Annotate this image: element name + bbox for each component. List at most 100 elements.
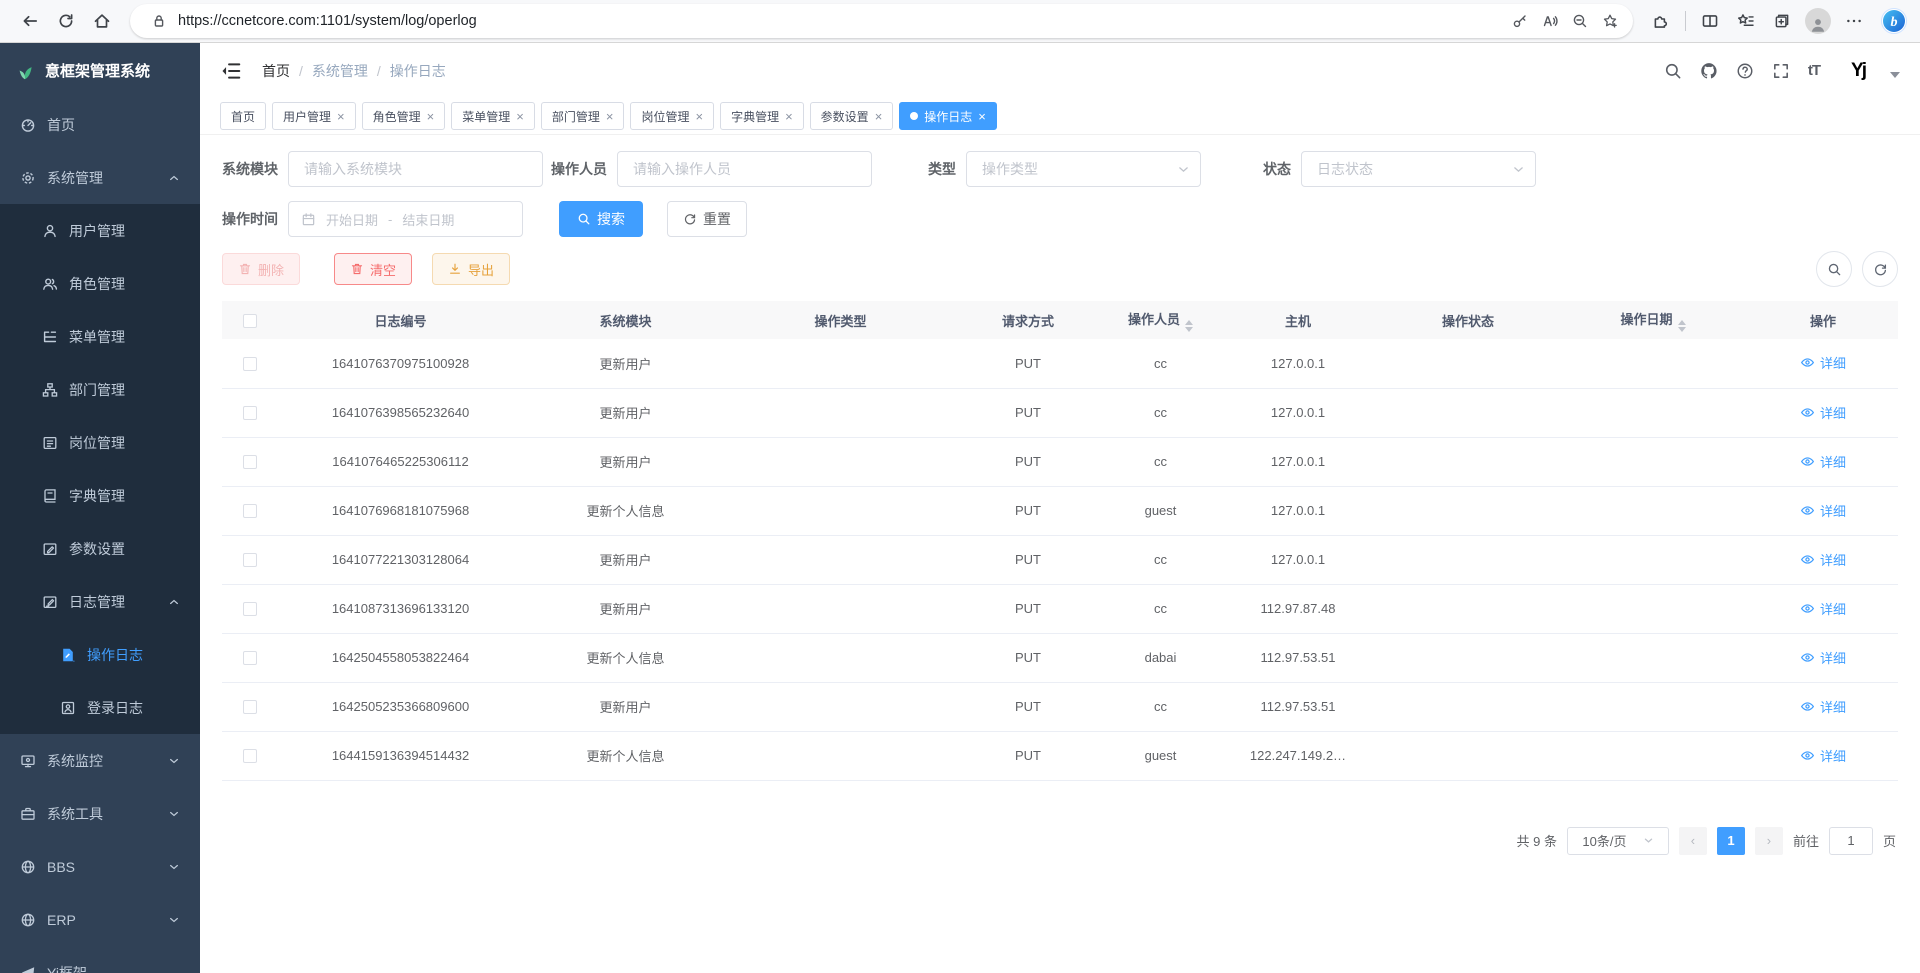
tab-menu-mgmt[interactable]: 菜单管理× <box>451 102 535 130</box>
row-checkbox[interactable] <box>243 651 257 665</box>
browser-refresh-button[interactable] <box>48 4 84 38</box>
menu-fold-icon[interactable] <box>220 60 242 82</box>
status-select[interactable]: 日志状态 <box>1301 151 1536 187</box>
select-all-checkbox[interactable] <box>243 314 257 328</box>
detail-link[interactable]: 详细 <box>1800 648 1846 667</box>
github-icon[interactable] <box>1700 61 1719 80</box>
url-text[interactable]: https://ccnetcore.com:1101/system/log/op… <box>178 13 1505 29</box>
detail-link[interactable]: 详细 <box>1800 697 1846 716</box>
close-icon[interactable]: × <box>695 110 703 123</box>
help-icon[interactable] <box>1736 61 1755 80</box>
table-refresh-button[interactable] <box>1862 251 1898 287</box>
sidebar-item-yi-framework[interactable]: Yi框架 <box>0 946 200 973</box>
next-page-button[interactable]: › <box>1755 827 1783 855</box>
font-size-icon[interactable]: tT <box>1808 62 1820 79</box>
browser-home-button[interactable] <box>84 4 120 38</box>
detail-link[interactable]: 详细 <box>1800 550 1846 569</box>
row-checkbox[interactable] <box>243 700 257 714</box>
delete-button[interactable]: 删除 <box>222 253 300 285</box>
tab-param-settings[interactable]: 参数设置× <box>810 102 894 130</box>
sidebar-item-dept-mgmt[interactable]: 部门管理 <box>0 363 200 416</box>
fullscreen-icon[interactable] <box>1772 61 1791 80</box>
user-avatar[interactable]: Yj <box>1843 56 1873 86</box>
avatar-caret-icon[interactable] <box>1890 72 1900 78</box>
search-button[interactable]: 搜索 <box>559 201 643 237</box>
sidebar-item-dict-mgmt[interactable]: 字典管理 <box>0 469 200 522</box>
extensions-icon[interactable] <box>1643 4 1679 38</box>
split-screen-icon[interactable] <box>1692 4 1728 38</box>
current-page-button[interactable]: 1 <box>1717 827 1745 855</box>
sidebar-item-oper-log[interactable]: 操作日志 <box>0 628 200 681</box>
row-checkbox[interactable] <box>243 602 257 616</box>
lock-icon[interactable] <box>144 6 174 36</box>
type-select[interactable]: 操作类型 <box>966 151 1201 187</box>
search-icon[interactable] <box>1664 61 1683 80</box>
close-icon[interactable]: × <box>875 110 883 123</box>
row-checkbox[interactable] <box>243 749 257 763</box>
read-aloud-icon[interactable] <box>1535 6 1565 36</box>
sidebar-item-role-mgmt[interactable]: 角色管理 <box>0 257 200 310</box>
tab-dict-mgmt[interactable]: 字典管理× <box>720 102 804 130</box>
address-bar[interactable]: https://ccnetcore.com:1101/system/log/op… <box>130 4 1633 38</box>
detail-link[interactable]: 详细 <box>1800 452 1846 471</box>
detail-link[interactable]: 详细 <box>1800 353 1846 372</box>
tab-dept-mgmt[interactable]: 部门管理× <box>541 102 625 130</box>
browser-back-button[interactable] <box>12 4 48 38</box>
browser-profile-avatar[interactable] <box>1805 8 1831 34</box>
tab-role-mgmt[interactable]: 角色管理× <box>362 102 446 130</box>
module-input[interactable] <box>288 151 543 187</box>
sidebar-item-erp[interactable]: ERP <box>0 893 200 946</box>
export-button[interactable]: 导出 <box>432 253 510 285</box>
goto-page-input[interactable] <box>1829 827 1873 855</box>
row-checkbox[interactable] <box>243 455 257 469</box>
sidebar-item-log-mgmt[interactable]: 日志管理 <box>0 575 200 628</box>
close-icon[interactable]: × <box>606 110 614 123</box>
prev-page-button[interactable]: ‹ <box>1679 827 1707 855</box>
row-checkbox[interactable] <box>243 357 257 371</box>
sidebar-item-monitor[interactable]: 系统监控 <box>0 734 200 787</box>
close-icon[interactable]: × <box>978 110 986 123</box>
close-icon[interactable]: × <box>785 110 793 123</box>
row-checkbox[interactable] <box>243 553 257 567</box>
sidebar-item-user-mgmt[interactable]: 用户管理 <box>0 204 200 257</box>
operator-input[interactable] <box>617 151 872 187</box>
reset-button[interactable]: 重置 <box>667 201 747 237</box>
table-search-toggle-button[interactable] <box>1816 251 1852 287</box>
sidebar-item-param-settings[interactable]: 参数设置 <box>0 522 200 575</box>
breadcrumb-home[interactable]: 首页 <box>262 61 290 81</box>
row-checkbox[interactable] <box>243 406 257 420</box>
tab-oper-log[interactable]: 操作日志× <box>899 102 997 130</box>
sidebar-item-tools[interactable]: 系统工具 <box>0 787 200 840</box>
browser-menu-icon[interactable] <box>1836 4 1872 38</box>
collections-icon[interactable] <box>1764 4 1800 38</box>
sidebar-item-menu-mgmt[interactable]: 菜单管理 <box>0 310 200 363</box>
sidebar-item-post-mgmt[interactable]: 岗位管理 <box>0 416 200 469</box>
favorites-bar-icon[interactable] <box>1728 4 1764 38</box>
tab-user-mgmt[interactable]: 用户管理× <box>272 102 356 130</box>
col-operator[interactable]: 操作人员 <box>1103 301 1218 339</box>
sort-icon[interactable] <box>1185 320 1193 332</box>
close-icon[interactable]: × <box>427 110 435 123</box>
sidebar-item-login-log[interactable]: 登录日志 <box>0 681 200 734</box>
page-size-select[interactable]: 10条/页 <box>1567 827 1669 855</box>
col-date[interactable]: 操作日期 <box>1558 301 1748 339</box>
detail-link[interactable]: 详细 <box>1800 599 1846 618</box>
detail-link[interactable]: 详细 <box>1800 403 1846 422</box>
password-key-icon[interactable] <box>1505 6 1535 36</box>
sidebar-item-bbs[interactable]: BBS <box>0 840 200 893</box>
close-icon[interactable]: × <box>516 110 524 123</box>
row-checkbox[interactable] <box>243 504 257 518</box>
bing-chat-icon[interactable]: b <box>1880 7 1908 35</box>
sort-icon[interactable] <box>1678 320 1686 332</box>
date-range-picker[interactable]: 开始日期 - 结束日期 <box>288 201 523 237</box>
clear-button[interactable]: 清空 <box>334 253 412 285</box>
detail-link[interactable]: 详细 <box>1800 501 1846 520</box>
sidebar-item-system[interactable]: 系统管理 <box>0 151 200 204</box>
favorite-add-icon[interactable] <box>1595 6 1625 36</box>
sidebar-item-home[interactable]: 首页 <box>0 98 200 151</box>
zoom-out-icon[interactable] <box>1565 6 1595 36</box>
tab-post-mgmt[interactable]: 岗位管理× <box>630 102 714 130</box>
breadcrumb-system[interactable]: 系统管理 <box>312 61 368 81</box>
tab-home[interactable]: 首页 <box>220 102 266 130</box>
close-icon[interactable]: × <box>337 110 345 123</box>
